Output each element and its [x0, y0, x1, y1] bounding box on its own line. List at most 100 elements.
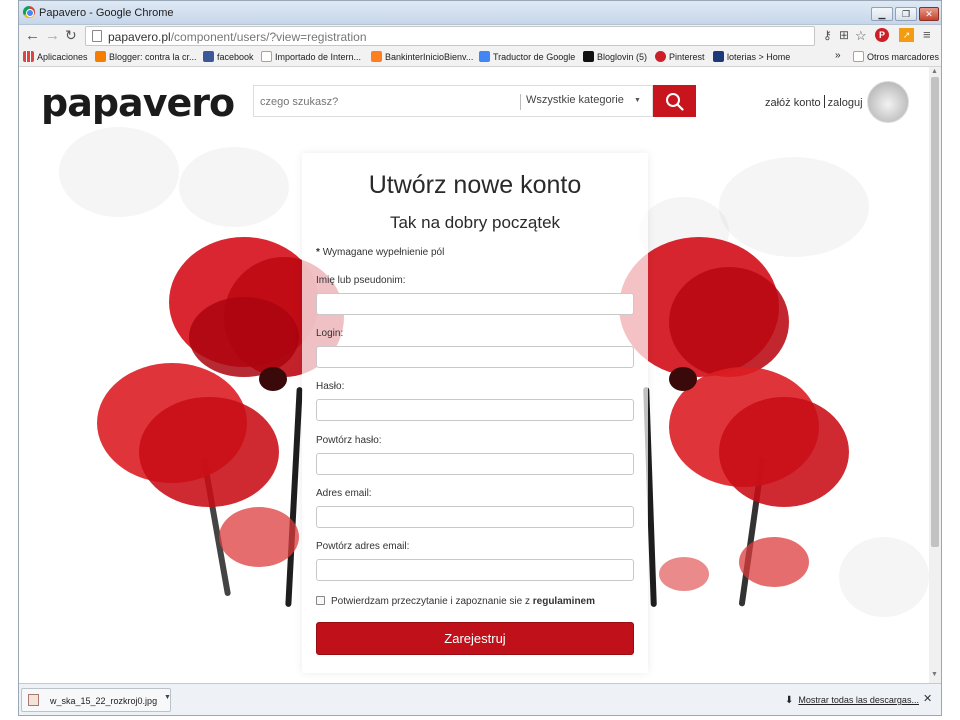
name-field[interactable]	[316, 293, 634, 315]
back-arrow-icon[interactable]: ←	[25, 27, 40, 44]
bookmark-item[interactable]: Pinterest	[655, 51, 705, 62]
maximize-button[interactable]: ❐	[895, 7, 917, 21]
page-icon	[92, 30, 102, 42]
email-field[interactable]	[316, 506, 634, 528]
password-field[interactable]	[316, 399, 634, 421]
download-icon: ⬇	[785, 695, 794, 706]
scrollbar-thumb[interactable]	[931, 77, 939, 547]
download-item[interactable]: w_ska_15_22_rozkroj0.jpg ▼	[21, 688, 171, 712]
title-bar: Papavero - Google Chrome ▁ ❐	[19, 1, 941, 25]
bookmarks-overflow-button[interactable]: »	[835, 50, 841, 61]
poppy-petal	[139, 397, 279, 507]
poppy-petal	[739, 537, 809, 587]
bookmark-label: Pinterest	[669, 52, 705, 62]
key-icon[interactable]: ⚷	[823, 28, 832, 42]
form-subtitle: Tak na dobry początek	[389, 213, 561, 232]
password-label: Hasło:	[316, 381, 345, 392]
show-all-downloads-link[interactable]: ⬇ Mostrar todas las descargas...	[785, 695, 919, 706]
scroll-up-arrow-icon[interactable]: ▲	[931, 68, 938, 75]
search-button[interactable]	[653, 85, 696, 117]
search-input[interactable]	[260, 92, 510, 112]
chevron-down-icon[interactable]: ▼	[634, 97, 641, 104]
search-bar: Wszystkie kategorie ▼	[253, 85, 653, 117]
login-field[interactable]	[316, 346, 634, 368]
email-repeat-field[interactable]	[316, 559, 634, 581]
bloglovin-icon	[583, 51, 594, 62]
blogger-icon	[95, 51, 106, 62]
folder-icon	[853, 51, 864, 62]
bookmark-item[interactable]: Bloglovin (5)	[583, 51, 647, 62]
close-icon[interactable]: ✕	[923, 692, 932, 705]
site-logo[interactable]: papavero	[41, 81, 235, 125]
chevron-down-icon[interactable]: ▼	[164, 694, 171, 701]
category-select[interactable]: Wszystkie kategorie	[520, 94, 624, 110]
forward-arrow-icon[interactable]: →	[45, 27, 60, 44]
star-bookmark-icon[interactable]: ☆	[855, 28, 867, 44]
close-window-button[interactable]: ✕	[919, 7, 939, 21]
bookmark-label: Traductor de Google	[493, 52, 576, 62]
bookmark-label: Importado de Intern...	[275, 52, 362, 62]
poppy-stem	[285, 386, 303, 608]
bookmark-item[interactable]: loterias > Home	[713, 51, 790, 62]
link-divider	[823, 95, 825, 108]
scroll-down-arrow-icon[interactable]: ▼	[931, 671, 938, 678]
terms-row: Potwierdzam przeczytanie i zapoznanie si…	[316, 596, 595, 607]
google-translate-icon	[479, 51, 490, 62]
pinterest-extension-icon[interactable]: P	[875, 28, 889, 42]
registration-form: Utwórz nowe konto Tak na dobry początek …	[302, 153, 648, 673]
chrome-logo-icon	[23, 6, 35, 18]
bookmark-item[interactable]: BankinterInicioBienv...	[371, 51, 473, 62]
bookmark-label: facebook	[217, 52, 254, 62]
terms-checkbox[interactable]	[316, 596, 325, 605]
register-button[interactable]: Zarejestruj	[316, 622, 634, 655]
other-bookmarks-label: Otros marcadores	[867, 52, 940, 62]
terms-link[interactable]: regulaminem	[533, 596, 595, 607]
poppy-petal	[719, 397, 849, 507]
bookmark-item[interactable]: Blogger: contra la cr...	[95, 51, 197, 62]
required-note-text: Wymagane wypełnienie pól	[322, 247, 445, 258]
minimize-button[interactable]: ▁	[871, 7, 893, 21]
address-url[interactable]: papavero.pl/component/users/?view=regist…	[108, 30, 367, 44]
background-flower	[59, 127, 179, 217]
poppy-center	[669, 367, 697, 391]
analytics-extension-icon[interactable]: ↗	[899, 28, 914, 42]
translate-icon[interactable]: ⊞	[839, 28, 849, 42]
background-flower	[719, 157, 869, 257]
bookmark-label: BankinterInicioBienv...	[385, 52, 474, 62]
downloads-bar: w_ska_15_22_rozkroj0.jpg ▼ ⬇ Mostrar toda…	[19, 683, 941, 715]
poppy-petal	[659, 557, 709, 591]
address-bar[interactable]: papavero.pl/component/users/?view=regist…	[85, 26, 815, 46]
image-file-icon	[28, 694, 39, 706]
register-link[interactable]: załóż konto	[765, 97, 821, 109]
password-repeat-field[interactable]	[316, 453, 634, 475]
bookmark-label: Bloglovin (5)	[597, 52, 648, 62]
required-star: *	[316, 247, 320, 258]
menu-icon[interactable]: ≡	[923, 27, 931, 42]
page-scrollbar[interactable]: ▲ ▼	[929, 67, 941, 683]
password-repeat-label: Powtórz hasło:	[316, 435, 382, 446]
reload-icon[interactable]: ↻	[65, 27, 77, 44]
poppy-petal	[669, 267, 789, 377]
bookmark-item[interactable]: Aplicaciones	[23, 51, 88, 62]
bookmark-item[interactable]: Traductor de Google	[479, 51, 575, 62]
email-label: Adres email:	[316, 488, 372, 499]
required-note: * Wymagane wypełnienie pól	[316, 247, 444, 258]
web-page: papavero Wszystkie kategorie ▼ załóż kon…	[19, 67, 929, 683]
loterias-icon	[713, 51, 724, 62]
avatar[interactable]	[867, 81, 909, 123]
bookmarks-bar: Aplicaciones Blogger: contra la cr... fa…	[19, 47, 941, 67]
bookmark-label: loterias > Home	[727, 52, 791, 62]
search-icon	[666, 93, 684, 111]
bookmark-item[interactable]: Importado de Intern...	[261, 51, 361, 62]
window-title: Papavero - Google Chrome	[39, 7, 174, 19]
login-link[interactable]: zaloguj	[828, 97, 863, 109]
form-title: Utwórz nowe konto	[368, 171, 582, 199]
folder-icon	[261, 51, 272, 62]
bookmark-item[interactable]: facebook	[203, 51, 254, 62]
browser-window: Papavero - Google Chrome ▁ ❐ ✕ ← → ↻ pap…	[18, 0, 942, 716]
other-bookmarks[interactable]: Otros marcadores	[853, 51, 939, 62]
url-host: papavero.pl	[108, 30, 171, 44]
bookmark-label: Blogger: contra la cr...	[109, 52, 197, 62]
bankinter-icon	[371, 51, 382, 62]
background-flower	[179, 147, 289, 227]
